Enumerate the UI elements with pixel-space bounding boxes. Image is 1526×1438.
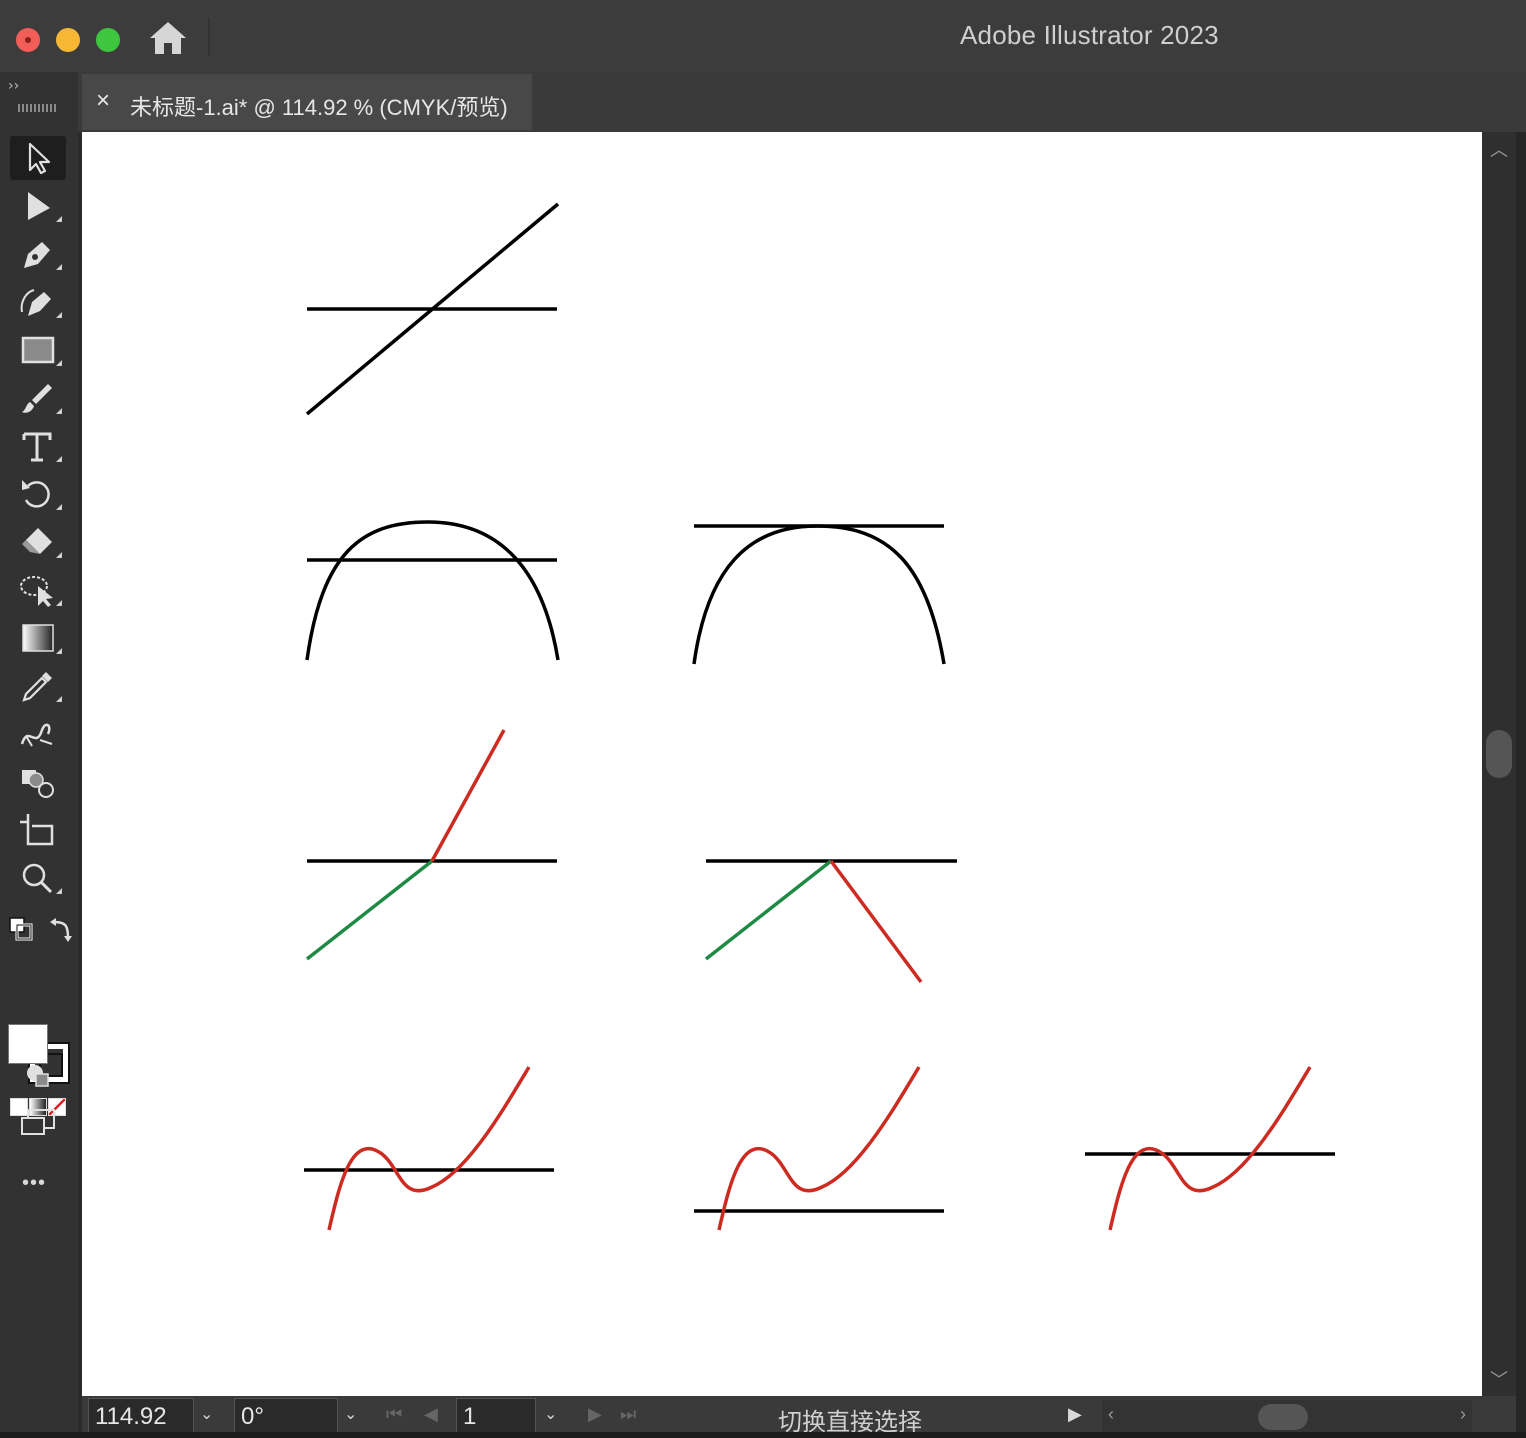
artboard-number-field[interactable]: 1 [456, 1398, 536, 1434]
blend-icon [20, 723, 53, 747]
type-icon [22, 432, 52, 462]
gradient-tool[interactable] [10, 616, 66, 660]
fill-swatch[interactable] [8, 1024, 48, 1064]
artboard-dropdown-icon[interactable]: ⌄ [544, 1404, 557, 1423]
shape-builder-tool[interactable] [10, 760, 66, 804]
type-tool[interactable] [10, 424, 66, 468]
next-artboard-icon[interactable]: ▶ [588, 1404, 602, 1425]
green-segment [305, 859, 434, 961]
minimize-button[interactable] [56, 28, 80, 52]
arch-curve [305, 520, 560, 661]
arch-curve [692, 524, 946, 665]
magnifier-icon [22, 863, 53, 894]
red-segment [829, 859, 923, 984]
green-segment [704, 859, 833, 961]
cubic-curve [1108, 1066, 1312, 1231]
rectangle-tool[interactable] [10, 328, 66, 372]
prev-artboard-icon[interactable]: ◀ [424, 1404, 438, 1425]
cubic-curve [717, 1066, 921, 1231]
eyedropper-icon [22, 672, 52, 702]
default-fill-stroke-icon[interactable] [8, 916, 34, 942]
arrow-filled-icon [28, 192, 50, 220]
rotation-field[interactable]: 0° [234, 1398, 338, 1434]
rotation-dropdown-icon[interactable]: ⌄ [344, 1404, 357, 1423]
red-segment [430, 729, 506, 862]
screen-mode-icon[interactable] [18, 1108, 58, 1138]
scroll-down-icon[interactable]: ﹀ [1490, 1366, 1508, 1392]
zoom-dropdown-icon[interactable]: ⌄ [200, 1404, 213, 1423]
scroll-up-icon[interactable]: ︿ [1490, 136, 1508, 162]
curvature-tool[interactable] [10, 280, 66, 324]
scroll-left-icon[interactable]: ‹ [1108, 1404, 1114, 1425]
vertical-scroll-thumb[interactable] [1486, 730, 1512, 778]
arrow-outline-icon [28, 142, 51, 175]
close-button[interactable] [16, 28, 40, 52]
tools-panel: ›› ••• [0, 72, 78, 1438]
artwork [304, 202, 1335, 1231]
document-tab-bar: × 未标题-1.ai* @ 114.92 % (CMYK/预览) [78, 72, 1526, 132]
title-bar: Adobe Illustrator 2023 [0, 0, 1526, 72]
pen-tool[interactable] [10, 232, 66, 276]
eraser-tool[interactable] [10, 520, 66, 564]
window-bottom-edge [0, 1432, 1526, 1438]
horizontal-scroll-thumb[interactable] [1258, 1404, 1308, 1430]
title-divider [208, 18, 210, 56]
rotate-icon [22, 480, 50, 508]
document-tab[interactable]: × 未标题-1.ai* @ 114.92 % (CMYK/预览) [82, 74, 532, 130]
vertical-scrollbar[interactable]: ︿ ﹀ [1482, 132, 1516, 1396]
cubic-curve [327, 1066, 531, 1231]
scroll-right-icon[interactable]: › [1460, 1404, 1466, 1425]
eraser-icon [22, 528, 52, 554]
pen-icon [24, 242, 50, 268]
edit-toolbar-button[interactable]: ••• [22, 1172, 46, 1195]
eyedropper-tool[interactable] [10, 664, 66, 708]
panel-grip[interactable] [18, 104, 58, 112]
last-artboard-icon[interactable]: ⏭ [620, 1404, 636, 1425]
close-tab-icon[interactable]: × [96, 87, 110, 115]
rectangle-icon [21, 336, 55, 364]
status-menu-icon[interactable]: ▶ [1068, 1404, 1082, 1425]
window-edge [1516, 132, 1526, 1438]
zoom-field[interactable]: 114.92 [88, 1398, 194, 1434]
shape-builder-icon [22, 770, 54, 798]
paintbrush-tool[interactable] [10, 376, 66, 420]
rotate-tool[interactable] [10, 472, 66, 516]
lasso-tool[interactable] [10, 568, 66, 612]
app-title: Adobe Illustrator 2023 [960, 20, 1219, 50]
zoom-tool[interactable] [10, 856, 66, 900]
document-tab-title: 未标题-1.ai* @ 114.92 % (CMYK/预览) [130, 95, 508, 120]
artboard-icon [20, 814, 54, 846]
selection-tool[interactable] [10, 136, 66, 180]
direct-selection-tool[interactable] [10, 184, 66, 228]
collapse-panel-icon[interactable]: ›› [8, 78, 19, 94]
curvature-pen-icon [20, 289, 51, 316]
brush-icon [22, 384, 52, 413]
maximize-button[interactable] [96, 28, 120, 52]
first-artboard-icon[interactable]: ⏮ [386, 1404, 402, 1425]
blend-tool[interactable] [10, 712, 66, 756]
drawing-mode-icon[interactable] [24, 1062, 52, 1090]
artboard-tool[interactable] [10, 808, 66, 852]
lasso-icon [20, 576, 53, 607]
horizontal-scrollbar[interactable]: ‹ › [1102, 1400, 1472, 1434]
home-icon [150, 22, 186, 54]
home-button[interactable] [146, 18, 190, 58]
swap-fill-stroke-icon[interactable] [48, 918, 74, 944]
gradient-icon [22, 624, 54, 652]
artboard-canvas[interactable] [82, 132, 1482, 1396]
